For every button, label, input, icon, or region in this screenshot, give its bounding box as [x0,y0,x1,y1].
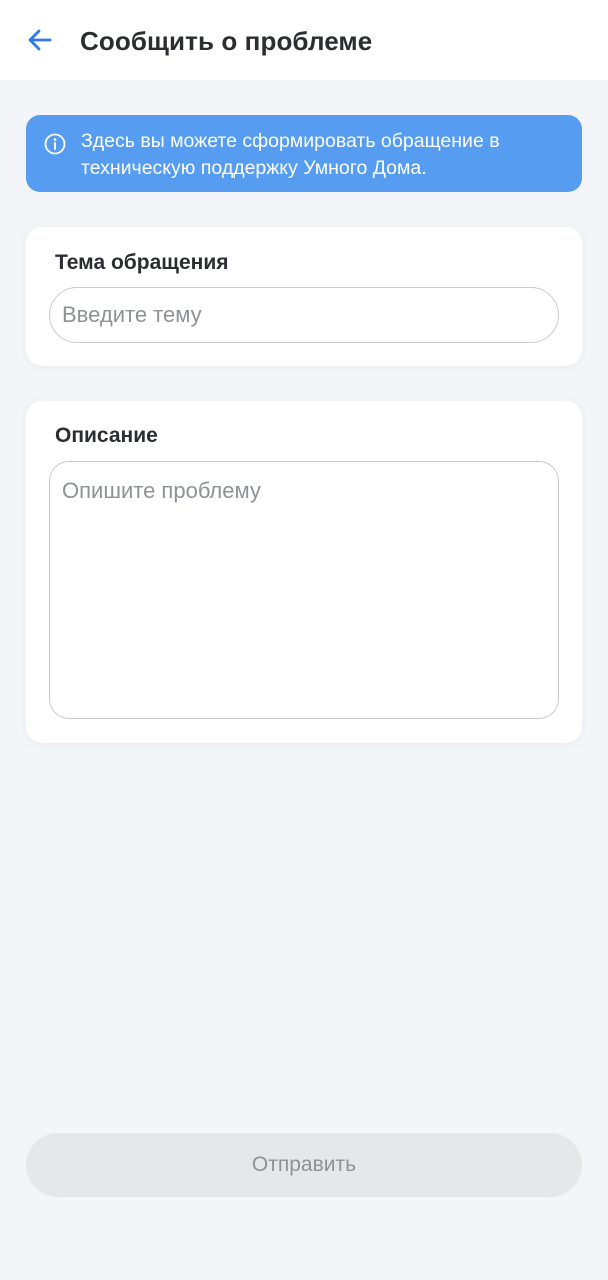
description-label: Описание [55,424,158,447]
info-banner: Здесь вы можете сформировать обращение в… [26,115,582,192]
page-title: Сообщить о проблеме [80,26,373,56]
topic-card: Тема обращения [26,227,582,366]
topic-input[interactable] [49,287,559,343]
description-card: Описание [26,401,582,743]
topic-label: Тема обращения [55,251,229,274]
report-problem-screen: Сообщить о проблеме Здесь вы можете сфор… [0,0,608,1280]
app-bar: Сообщить о проблеме [0,0,608,80]
arrow-left-icon [28,29,52,51]
info-circle-icon [44,133,66,155]
description-textarea[interactable] [49,461,559,719]
back-button[interactable] [18,18,62,62]
info-banner-text: Здесь вы можете сформировать обращение в… [81,130,500,179]
submit-button[interactable]: Отправить [26,1133,582,1197]
